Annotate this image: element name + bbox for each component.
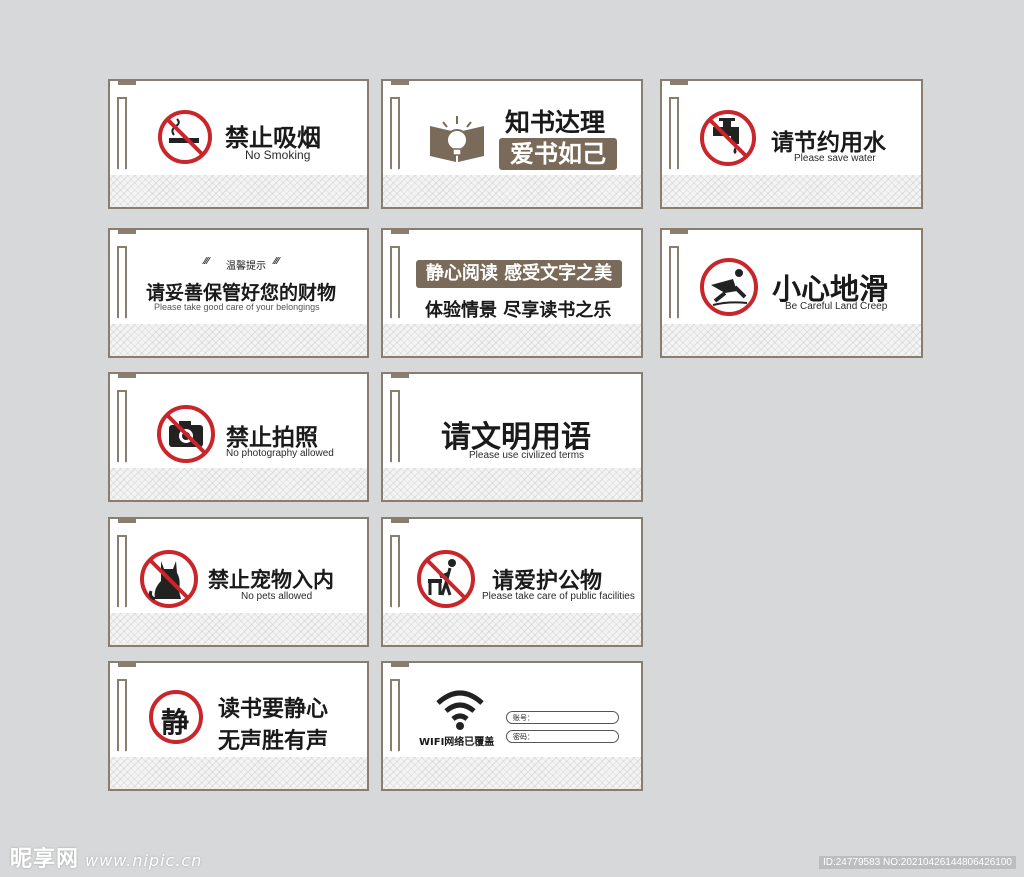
quiet-badge-text: 静 (161, 706, 190, 739)
sign-subtitle: 无声胜有声 (218, 729, 329, 754)
sign-quiet-reading: 静 读书要静心 无声胜有声 (108, 661, 369, 791)
wave-pattern (110, 458, 367, 500)
open-book-lightbulb-icon (430, 116, 484, 162)
sign-title: 读书要静心 (218, 697, 329, 722)
sign-protect-facilities: 请爱护公物 Please take care of public facilit… (381, 517, 643, 647)
wave-pattern (383, 747, 641, 789)
wave-pattern (383, 458, 641, 500)
slippery-floor-icon (700, 258, 758, 316)
sign-subtitle: Please use civilized terms (469, 450, 585, 461)
wave-pattern (662, 165, 921, 207)
wave-pattern (662, 314, 921, 356)
wave-pattern (383, 603, 641, 645)
tip-decoration: ∕∕∕ (274, 256, 280, 267)
sign-save-water: 请节约用水 Please save water (660, 79, 923, 209)
sign-title: 禁止拍照 (226, 425, 318, 451)
sign-civilized-language: 请文明用语 Please use civilized terms (381, 372, 643, 502)
no-smoking-icon (158, 110, 212, 164)
sign-title: 请节约用水 (771, 130, 886, 156)
wave-pattern (110, 603, 367, 645)
sign-wifi: WIFI网络已覆盖 账号： 密码： (381, 661, 643, 791)
sign-no-smoking: 禁止吸烟 No Smoking (108, 79, 369, 209)
sign-subtitle: 体验情景 尽享读书之乐 (425, 300, 612, 321)
account-label: 账号： (513, 714, 534, 722)
wave-pattern (110, 314, 367, 356)
wave-pattern (110, 165, 367, 207)
sign-slippery: 小心地滑 Be Careful Land Creep (660, 228, 923, 358)
sign-subtitle: Please take good care of your belongings (154, 302, 320, 312)
sign-subtitle: Please take care of public facilities (482, 591, 635, 602)
password-label: 密码： (513, 733, 534, 741)
watermark-url: www.nipic.cn (85, 851, 203, 870)
sign-belongings: ∕∕∕ 温馨提示 ∕∕∕ 请妥善保管好您的财物 Please take good… (108, 228, 369, 358)
wifi-caption: WIFI网络已覆盖 (419, 737, 495, 748)
sign-subtitle: No Smoking (245, 148, 311, 162)
sign-no-pets: 禁止宠物入内 No pets allowed (108, 517, 369, 647)
watermark-id: ID:24779583 NO:20210426144806426100 (818, 856, 1016, 869)
wifi-icon (436, 690, 484, 730)
protect-facilities-icon (417, 550, 475, 608)
wave-pattern (383, 314, 641, 356)
sign-title-boxed: 静心阅读 感受文字之美 (416, 260, 622, 288)
no-camera-icon (157, 405, 215, 463)
sign-title: 禁止宠物入内 (208, 568, 334, 592)
tip-decoration: ∕∕∕ (204, 256, 210, 267)
sign-subtitle: Please save water (794, 153, 876, 164)
sign-title-boxed: 爱书如己 (499, 138, 617, 170)
sign-knowledge: 知书达理 爱书如己 (381, 79, 643, 209)
no-pets-icon (140, 550, 198, 608)
sign-subtitle: No pets allowed (241, 591, 313, 602)
wave-pattern (110, 747, 367, 789)
sign-no-photography: 禁止拍照 No photography allowed (108, 372, 369, 502)
no-water-tap-icon (700, 110, 756, 166)
sign-subtitle: Be Careful Land Creep (785, 301, 888, 312)
sign-reading: 静心阅读 感受文字之美 体验情景 尽享读书之乐 (381, 228, 643, 358)
sign-title: 知书达理 (505, 108, 606, 137)
wave-pattern (383, 165, 641, 207)
sign-title: 请妥善保管好您的财物 (146, 282, 337, 304)
tip-label: 温馨提示 (226, 261, 266, 272)
sign-subtitle: No photography allowed (226, 448, 334, 459)
watermark-brand: 昵享网 www.nipic.cn (10, 847, 203, 872)
